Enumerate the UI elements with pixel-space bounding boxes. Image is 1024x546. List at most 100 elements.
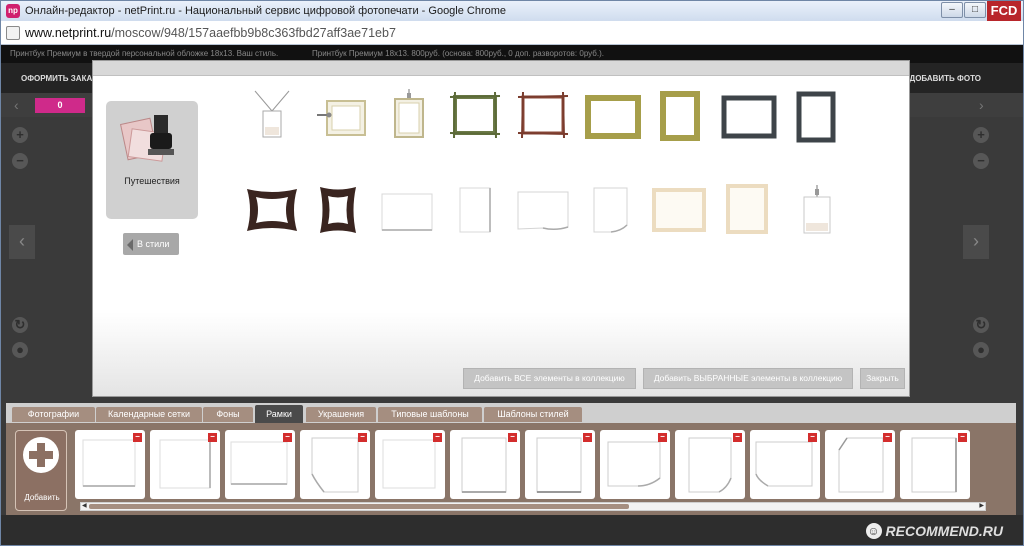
collection-thumb[interactable]: − [900, 430, 970, 499]
remove-icon[interactable]: − [433, 433, 442, 442]
window-title: Онлайн-редактор - netPrint.ru - Национал… [25, 5, 507, 17]
url-path: /moscow/948/157aaefbb9b8c363fbd27aff3ae7… [111, 26, 396, 40]
pinned-frame-icon[interactable] [315, 95, 369, 139]
chevron-left-icon[interactable]: ‹ [14, 97, 19, 113]
rotate-right-icon[interactable]: ↻ [973, 317, 989, 333]
next-spread-arrow-icon[interactable]: › [963, 225, 989, 259]
element-tabs: Фотографии Календарные сетки Фоны Рамки … [6, 403, 1016, 423]
collection-thumb[interactable]: − [825, 430, 895, 499]
watermark-text: RECOMMEND.RU [885, 523, 1003, 539]
collection-thumb[interactable]: − [450, 430, 520, 499]
zoom-in-icon[interactable]: + [12, 127, 28, 143]
tag-frame-small-icon[interactable] [799, 183, 835, 239]
cream-frame-icon[interactable] [651, 187, 707, 233]
rotate-icon[interactable]: ↻ [12, 317, 28, 333]
dark-gray-frame-icon[interactable] [721, 95, 777, 139]
white-frame-tall-icon[interactable] [457, 185, 493, 235]
remove-icon[interactable]: − [133, 433, 142, 442]
address-bar[interactable]: www.netprint.ru/moscow/948/157aaefbb9b8c… [1, 21, 1023, 45]
scroll-right-icon[interactable]: ▶ [979, 503, 984, 510]
collection-scrollbar[interactable]: ◀ ▶ [80, 502, 986, 511]
remove-icon[interactable]: − [583, 433, 592, 442]
product-info-right: Принтбук Премиум 18х13. 800руб. (основа:… [312, 49, 604, 58]
fcd-overlay-badge: FCD [987, 1, 1021, 21]
brown-twig-frame-icon[interactable] [517, 91, 569, 139]
collection-thumb[interactable]: − [600, 430, 670, 499]
add-photo-menu-item[interactable]: ДОБАВИТЬ ФОТО [910, 74, 982, 83]
editor-app: Принтбук Премиум в твердой персональной … [1, 45, 1023, 545]
tab-backgrounds[interactable]: Фоны [203, 407, 253, 422]
scrollbar-thumb[interactable] [89, 504, 629, 509]
twig-frame-icon[interactable] [449, 91, 501, 139]
style-elements-dialog: Путешествия В стили Добавить ВСЕ элемент… [92, 60, 910, 397]
collection-strip: Добавить − − − − − − − − − − − − ◀ ▶ [6, 423, 1016, 515]
tab-frames[interactable]: Рамки [255, 405, 303, 423]
collection-thumb[interactable]: − [225, 430, 295, 499]
collection-thumb[interactable]: − [375, 430, 445, 499]
maximize-icon[interactable]: □ [964, 2, 986, 18]
white-frame-icon[interactable] [379, 191, 435, 233]
minimize-icon[interactable]: – [941, 2, 963, 18]
bent-dark-frame-icon[interactable] [243, 185, 301, 235]
page-icon [6, 26, 20, 40]
olive-frame-icon[interactable] [585, 95, 641, 139]
recommend-watermark: ☺ RECOMMEND.RU [865, 523, 1003, 539]
travel-stamp-icon [120, 115, 174, 162]
collection-thumb[interactable]: − [150, 430, 220, 499]
tab-standard-templates[interactable]: Типовые шаблоны [378, 407, 482, 422]
back-to-styles-button[interactable]: В стили [123, 233, 179, 255]
collection-thumb[interactable]: − [525, 430, 595, 499]
add-element-button[interactable]: Добавить [15, 430, 67, 511]
bent-dark-frame-tall-icon[interactable] [317, 183, 359, 237]
close-dialog-button[interactable]: Закрыть [860, 368, 905, 389]
remove-icon[interactable]: − [283, 433, 292, 442]
collection-thumb[interactable]: − [675, 430, 745, 499]
dialog-header [93, 61, 909, 76]
white-curl-frame-tall-icon[interactable] [591, 185, 631, 235]
zoom-out-right-icon[interactable]: − [973, 153, 989, 169]
style-card-travel[interactable]: Путешествия [106, 101, 198, 219]
scroll-left-icon[interactable]: ◀ [82, 503, 87, 510]
tab-decorations[interactable]: Украшения [306, 407, 376, 422]
remove-icon[interactable]: − [658, 433, 667, 442]
zoom-out-icon[interactable]: − [12, 153, 28, 169]
tab-style-templates[interactable]: Шаблоны стилей [484, 407, 582, 422]
collection-thumb[interactable]: − [300, 430, 370, 499]
arrow-left-icon [127, 238, 133, 251]
url-text[interactable]: www.netprint.ru/moscow/948/157aaefbb9b8c… [25, 26, 396, 40]
tab-calendar-grids[interactable]: Календарные сетки [96, 407, 202, 422]
footer-area: ☺ RECOMMEND.RU [1, 515, 1023, 545]
add-selected-elements-button[interactable]: Добавить ВЫБРАННЫЕ элементы в коллекцию [643, 368, 853, 389]
prev-spread-arrow-icon[interactable]: ‹ [9, 225, 35, 259]
dark-gray-frame-tall-icon[interactable] [795, 91, 837, 143]
tab-photos[interactable]: Фотографии [12, 407, 95, 422]
collection-thumb[interactable]: − [75, 430, 145, 499]
remove-icon[interactable]: − [508, 433, 517, 442]
remove-icon[interactable]: − [208, 433, 217, 442]
remove-icon[interactable]: − [358, 433, 367, 442]
smiley-icon: ☺ [865, 523, 882, 539]
plus-icon [23, 437, 59, 473]
collection-thumb[interactable]: − [750, 430, 820, 499]
remove-icon[interactable]: − [958, 433, 967, 442]
view-icon[interactable]: ● [12, 342, 28, 358]
title-bar: np Онлайн-редактор - netPrint.ru - Нацио… [1, 1, 1023, 21]
page-number-badge[interactable]: 0 [35, 98, 85, 113]
browser-window: np Онлайн-редактор - netPrint.ru - Нацио… [0, 0, 1024, 546]
hanging-frame-icon[interactable] [389, 87, 429, 141]
cream-frame-tall-icon[interactable] [725, 183, 769, 235]
remove-icon[interactable]: − [733, 433, 742, 442]
remove-icon[interactable]: − [883, 433, 892, 442]
chevron-right-icon[interactable]: › [979, 97, 984, 113]
zoom-in-right-icon[interactable]: + [973, 127, 989, 143]
view-right-icon[interactable]: ● [973, 342, 989, 358]
checkout-menu-item[interactable]: ОФОРМИТЬ ЗАКА [21, 74, 92, 83]
add-all-elements-button[interactable]: Добавить ВСЕ элементы в коллекцию [463, 368, 636, 389]
remove-icon[interactable]: − [808, 433, 817, 442]
product-info-left: Принтбук Премиум в твердой персональной … [10, 49, 279, 58]
netprint-favicon-icon: np [6, 4, 20, 18]
add-element-label: Добавить [24, 493, 60, 502]
olive-frame-tall-icon[interactable] [659, 91, 701, 141]
tag-frame-icon[interactable] [251, 89, 293, 139]
white-curl-frame-icon[interactable] [515, 189, 571, 233]
